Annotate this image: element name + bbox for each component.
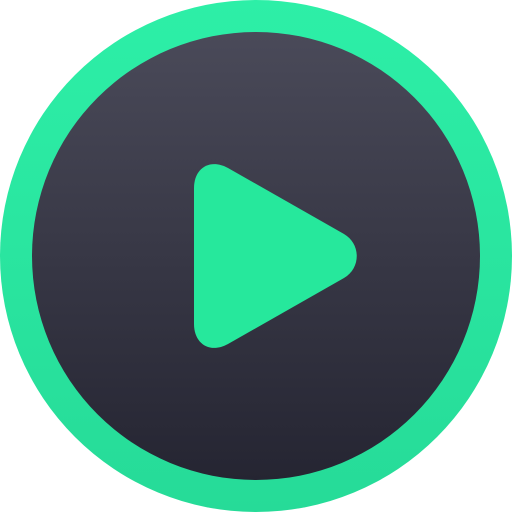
- app-icon: [0, 0, 512, 512]
- play-button-icon: [0, 0, 512, 512]
